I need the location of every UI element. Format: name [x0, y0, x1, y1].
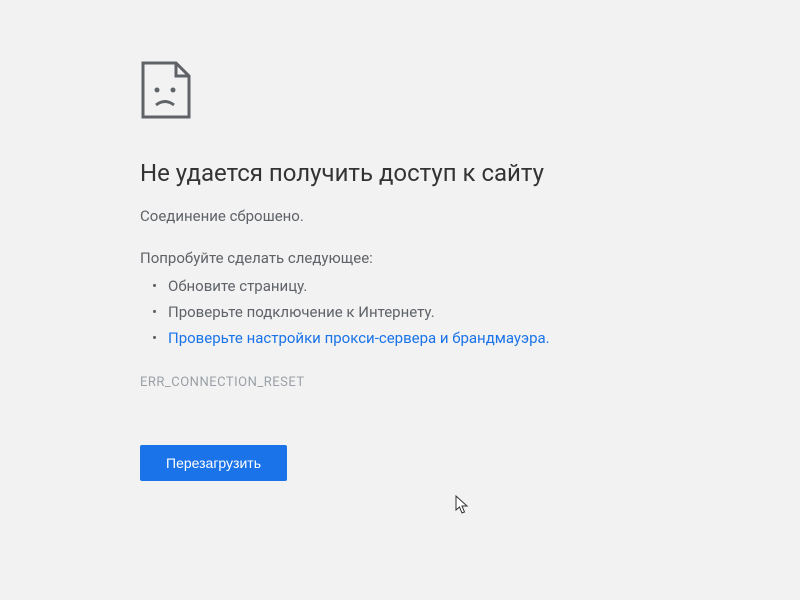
sad-page-icon — [140, 60, 600, 124]
suggestion-item: Обновите страницу. — [168, 277, 600, 295]
suggestion-link[interactable]: Проверьте настройки прокси-сервера и бра… — [168, 329, 600, 347]
suggestions-label: Попробуйте сделать следующее: — [140, 249, 600, 267]
error-title: Не удается получить доступ к сайту — [140, 159, 600, 187]
cursor-icon — [455, 495, 471, 519]
error-subtitle: Соединение сброшено. — [140, 207, 600, 225]
suggestions-list: Обновите страницу. Проверьте подключение… — [140, 277, 600, 347]
suggestion-item: Проверьте подключение к Интернету. — [168, 303, 600, 321]
error-container: Не удается получить доступ к сайту Соеди… — [0, 0, 600, 481]
reload-button[interactable]: Перезагрузить — [140, 445, 287, 481]
error-code: ERR_CONNECTION_RESET — [140, 375, 600, 390]
